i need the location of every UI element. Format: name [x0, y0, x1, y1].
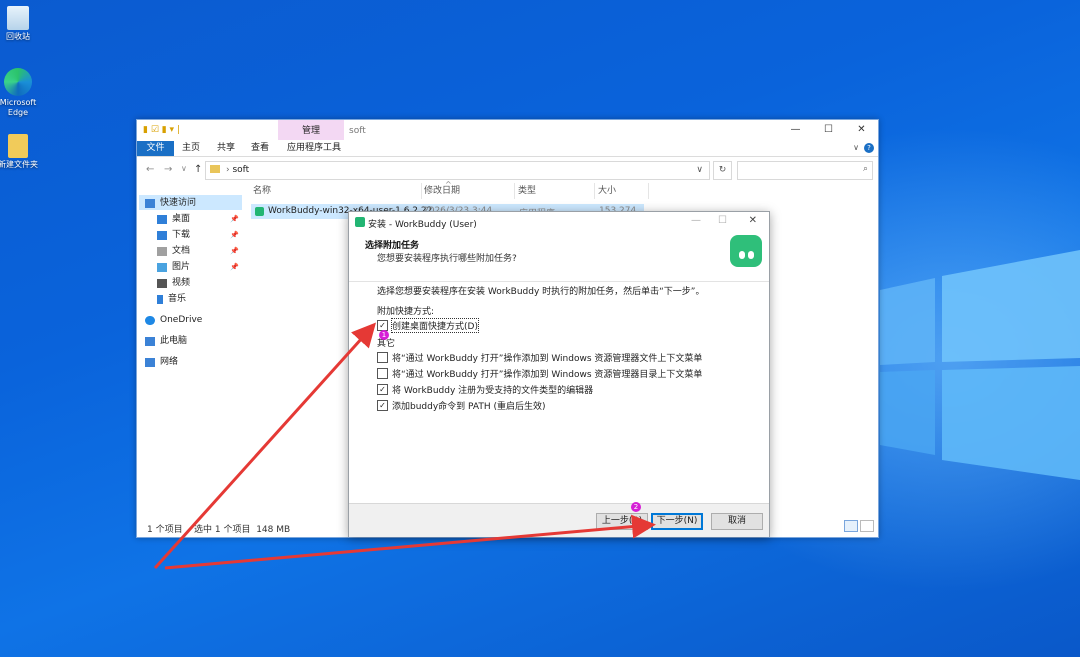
annotation-arrows — [153, 322, 656, 570]
step-marker-1: 1 — [379, 330, 389, 340]
arrow-to-desktop-shortcut — [153, 322, 377, 570]
arrow-to-next-button — [164, 514, 656, 570]
step-marker-2: 2 — [631, 502, 641, 512]
